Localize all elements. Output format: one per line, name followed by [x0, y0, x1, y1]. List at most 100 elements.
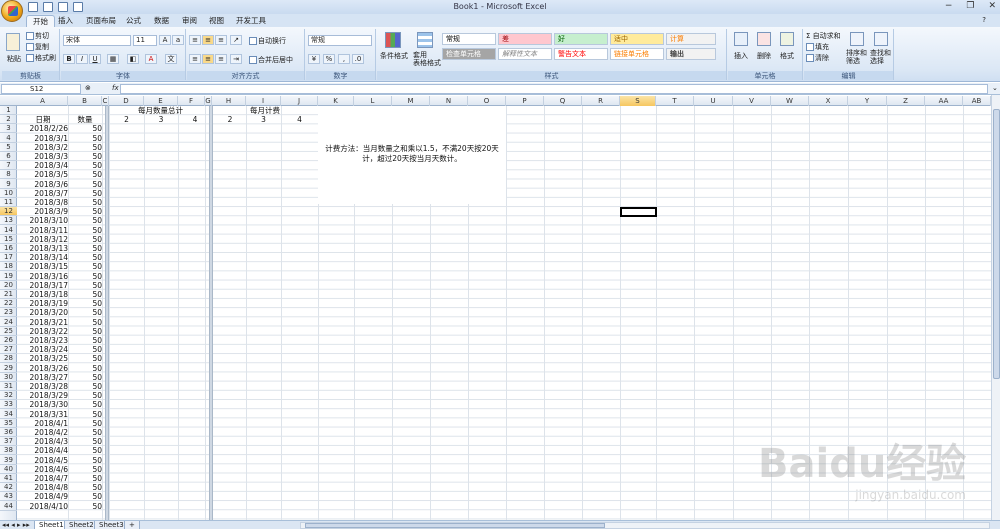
office-button[interactable]: [1, 0, 23, 22]
row-header-33[interactable]: 33: [0, 400, 17, 410]
fill-color-icon[interactable]: ◧: [127, 54, 139, 64]
header-monthly-fee[interactable]: 每月计费: [212, 106, 318, 115]
monthly-fee-value[interactable]: 4: [281, 115, 318, 124]
date-cell[interactable]: 2018/4/4: [18, 446, 68, 455]
column-header-l[interactable]: L: [354, 96, 392, 106]
date-cell[interactable]: 2018/3/4: [18, 161, 68, 170]
qty-cell[interactable]: 50: [68, 124, 102, 133]
column-header-y[interactable]: Y: [848, 96, 887, 106]
row-header-17[interactable]: 17: [0, 253, 17, 263]
date-cell[interactable]: 2018/3/24: [18, 345, 68, 354]
column-header-c[interactable]: C: [102, 96, 109, 106]
help-icon[interactable]: ?: [982, 16, 986, 24]
fill-button[interactable]: 填充: [806, 42, 829, 52]
date-cell[interactable]: 2018/3/26: [18, 364, 68, 373]
tab-developer[interactable]: 开发工具: [230, 15, 272, 27]
wrap-text-button[interactable]: 自动换行: [249, 36, 286, 46]
qty-cell[interactable]: 50: [68, 216, 102, 225]
autosum-button[interactable]: Σ 自动求和: [806, 31, 841, 41]
font-color-icon[interactable]: A: [145, 54, 157, 64]
date-cell[interactable]: 2018/4/10: [18, 502, 68, 511]
qty-cell[interactable]: 50: [68, 492, 102, 501]
qty-cell[interactable]: 50: [68, 253, 102, 262]
clear-button[interactable]: 清除: [806, 53, 829, 63]
phonetic-icon[interactable]: 文: [165, 54, 177, 64]
grow-font-icon[interactable]: A: [159, 35, 171, 45]
row-header-36[interactable]: 36: [0, 428, 17, 437]
column-header-i[interactable]: I: [246, 96, 281, 106]
date-cell[interactable]: 2018/3/27: [18, 373, 68, 382]
split-bar[interactable]: [209, 106, 213, 520]
font-size-select[interactable]: 11: [133, 35, 157, 46]
column-header-n[interactable]: N: [430, 96, 468, 106]
conditional-format-button[interactable]: 条件格式: [380, 51, 408, 61]
row-header-24[interactable]: 24: [0, 318, 17, 327]
column-header-d[interactable]: D: [109, 96, 144, 106]
row-header-1[interactable]: 1: [0, 106, 17, 115]
delete-button[interactable]: 删除: [757, 51, 771, 61]
row-header-11[interactable]: 11: [0, 198, 17, 207]
date-cell[interactable]: 2018/3/30: [18, 400, 68, 409]
date-cell[interactable]: 2018/3/17: [18, 281, 68, 290]
sheet-nav-icon[interactable]: ◂◂ ◂ ▸ ▸▸: [2, 521, 30, 529]
date-cell[interactable]: 2018/4/2: [18, 428, 68, 437]
tab-data[interactable]: 数据: [148, 15, 175, 27]
style-bad[interactable]: 差: [498, 33, 552, 45]
row-header-35[interactable]: 35: [0, 419, 17, 428]
qty-cell[interactable]: 50: [68, 373, 102, 382]
column-header-a[interactable]: A: [18, 96, 68, 106]
style-linked[interactable]: 链接单元格: [610, 48, 664, 60]
row-header-7[interactable]: 7: [0, 161, 17, 171]
column-header-ab[interactable]: AB: [963, 96, 991, 106]
row-header-6[interactable]: 6: [0, 152, 17, 161]
row-header-44[interactable]: 44: [0, 502, 17, 511]
date-cell[interactable]: 2018/3/14: [18, 253, 68, 262]
style-check-cell[interactable]: 检查单元格: [442, 48, 496, 60]
date-cell[interactable]: 2018/3/18: [18, 290, 68, 299]
underline-icon[interactable]: U: [89, 54, 101, 64]
shrink-font-icon[interactable]: a: [172, 35, 184, 45]
column-header-q[interactable]: Q: [544, 96, 582, 106]
header-monthly-total[interactable]: 每月数量总计: [109, 106, 212, 115]
column-header-t[interactable]: T: [656, 96, 694, 106]
insert-button[interactable]: 插入: [734, 51, 748, 61]
date-cell[interactable]: 2018/4/7: [18, 474, 68, 483]
qty-cell[interactable]: 50: [68, 456, 102, 465]
number-format-select[interactable]: 常规: [308, 35, 372, 46]
date-cell[interactable]: 2018/3/28: [18, 382, 68, 391]
monthly-fee-value[interactable]: 3: [246, 115, 281, 124]
monthly-total-value[interactable]: 2: [109, 115, 144, 124]
minimize-icon[interactable]: −: [945, 1, 953, 11]
row-header-10[interactable]: 10: [0, 189, 17, 198]
insert-function-icon[interactable]: fx: [112, 84, 119, 92]
qty-cell[interactable]: 50: [68, 391, 102, 400]
paste-button[interactable]: 粘贴: [7, 54, 21, 64]
row-header-40[interactable]: 40: [0, 465, 17, 474]
row-header-9[interactable]: 9: [0, 180, 17, 189]
italic-icon[interactable]: I: [76, 54, 88, 64]
date-cell[interactable]: 2018/3/7: [18, 189, 68, 198]
date-cell[interactable]: 2018/3/5: [18, 170, 68, 179]
row-header-21[interactable]: 21: [0, 290, 17, 299]
qty-cell[interactable]: 50: [68, 327, 102, 336]
column-header-u[interactable]: U: [694, 96, 733, 106]
qty-cell[interactable]: 50: [68, 354, 102, 363]
date-cell[interactable]: 2018/3/11: [18, 226, 68, 235]
bold-icon[interactable]: B: [63, 54, 75, 64]
qty-cell[interactable]: 50: [68, 170, 102, 179]
font-name-select[interactable]: 宋体: [63, 35, 131, 46]
align-right-icon[interactable]: ≡: [215, 54, 227, 64]
orientation-icon[interactable]: ↗: [230, 35, 242, 45]
restore-icon[interactable]: ❐: [966, 1, 974, 11]
row-header-8[interactable]: 8: [0, 170, 17, 180]
column-header-b[interactable]: B: [68, 96, 102, 106]
column-header-g[interactable]: G: [205, 96, 212, 106]
date-cell[interactable]: 2018/3/25: [18, 354, 68, 363]
column-header-f[interactable]: F: [178, 96, 205, 106]
date-cell[interactable]: 2018/3/16: [18, 272, 68, 281]
row-header-41[interactable]: 41: [0, 474, 17, 483]
date-cell[interactable]: 2018/3/3: [18, 152, 68, 161]
date-cell[interactable]: 2018/3/9: [18, 207, 68, 216]
qty-cell[interactable]: 50: [68, 161, 102, 170]
date-cell[interactable]: 2018/3/10: [18, 216, 68, 225]
